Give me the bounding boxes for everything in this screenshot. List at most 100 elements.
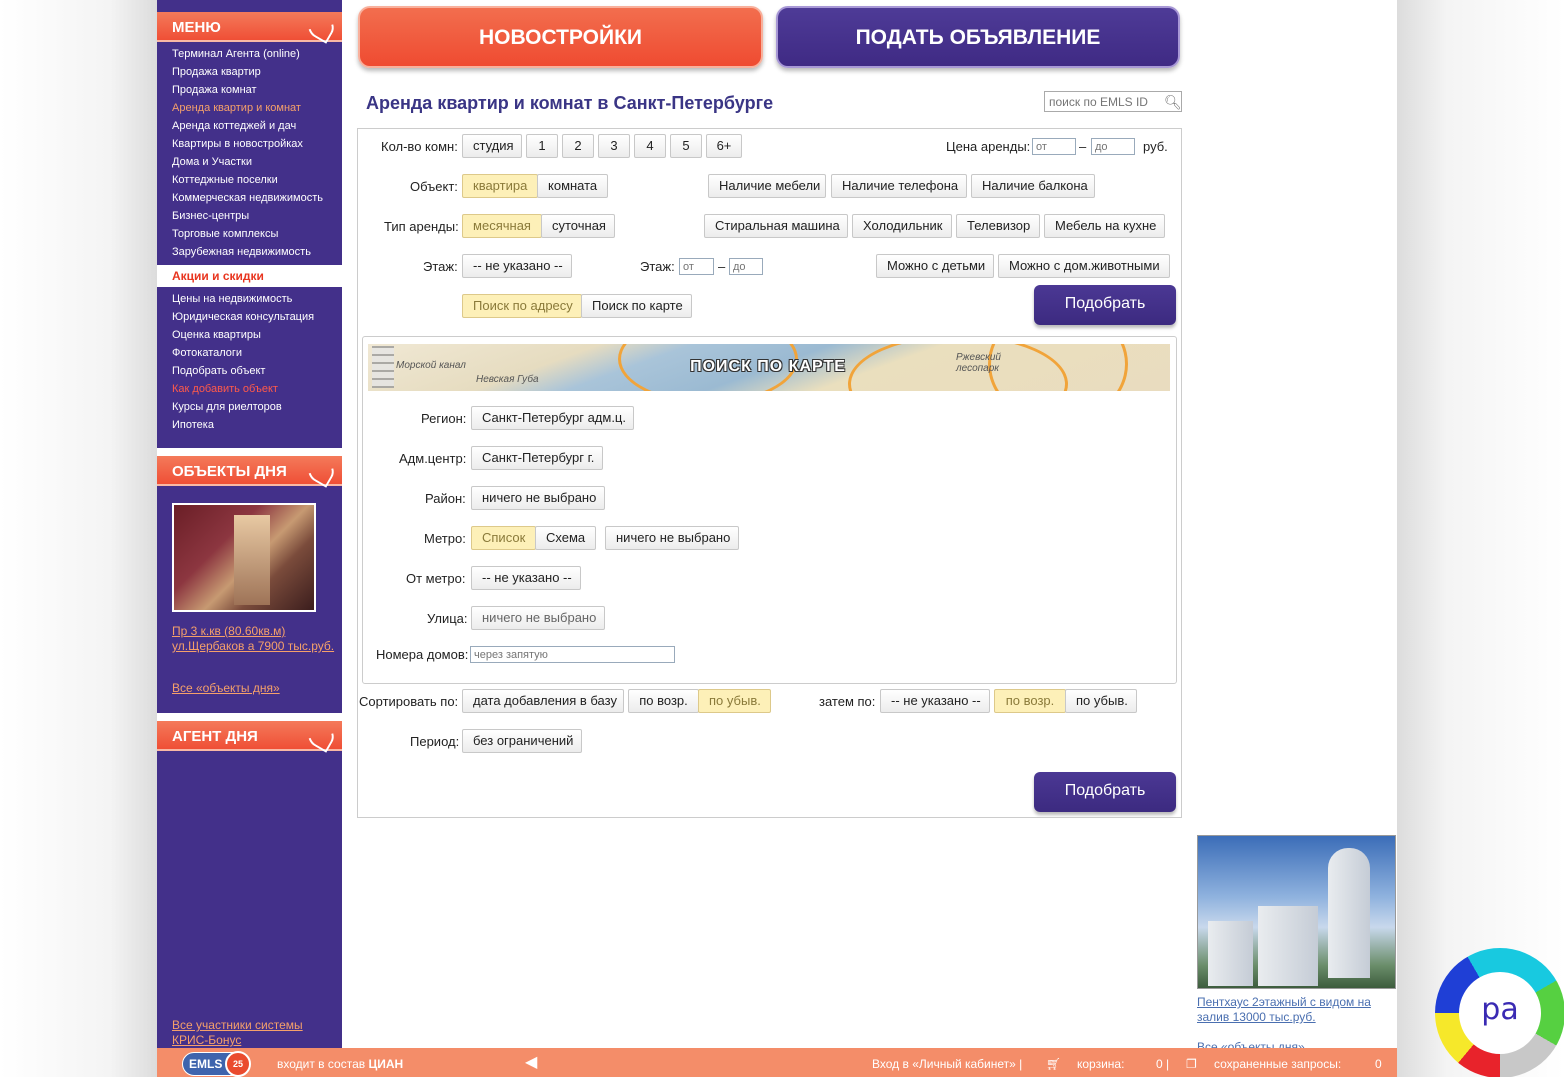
object-option[interactable]: комната [537, 174, 608, 198]
rooms-option[interactable]: 6+ [706, 134, 742, 158]
emls-id-search-input[interactable] [1044, 91, 1182, 112]
saved-queries-icon[interactable]: ❐ [1186, 1057, 1197, 1071]
emls-logo-text: EMLS [189, 1057, 223, 1071]
menu-item[interactable]: Фотокаталоги [172, 344, 342, 362]
menu-item[interactable]: Ипотека [172, 416, 342, 434]
collapse-arrow-icon[interactable]: ◀ [525, 1052, 537, 1072]
color-wheel-widget[interactable]: pa [1435, 948, 1564, 1077]
menu-item[interactable]: Курсы для риелторов [172, 398, 342, 416]
admcenter-select[interactable]: Санкт-Петербург г. [471, 446, 603, 470]
menu-item[interactable]: Аренда коттеджей и дач [172, 117, 342, 135]
then-desc[interactable]: по убыв. [1065, 689, 1137, 713]
promo-link[interactable]: Акции и скидки [172, 269, 264, 283]
menu-item[interactable]: Продажа квартир [172, 63, 342, 81]
amenity-toggle[interactable]: Мебель на кухне [1044, 214, 1165, 238]
houses-input[interactable] [470, 646, 675, 663]
menu-item[interactable]: Продажа комнат [172, 81, 342, 99]
allow-children-toggle[interactable]: Можно с детьми [876, 254, 994, 278]
post-ad-button[interactable]: ПОДАТЬ ОБЪЯВЛЕНИЕ [776, 6, 1180, 68]
street-select[interactable]: ничего не выбрано [471, 606, 605, 630]
rooms-option[interactable]: 2 [562, 134, 594, 158]
admcenter-label: Адм.центр: [399, 451, 467, 466]
sort-desc-selected[interactable]: по убыв. [698, 689, 771, 713]
price-to-input[interactable] [1091, 138, 1135, 155]
then-asc-selected[interactable]: по возр. [994, 689, 1066, 713]
menu-item-active[interactable]: Аренда квартир и комнат [172, 99, 342, 117]
menu-item[interactable]: Дома и Участки [172, 153, 342, 171]
metro-scheme-tab[interactable]: Схема [535, 526, 596, 550]
rooms-option[interactable]: 4 [634, 134, 666, 158]
part-of-text: входит в состав [277, 1057, 366, 1071]
sort-select[interactable]: дата добавления в базу [462, 689, 624, 713]
period-select[interactable]: без ограничений [462, 729, 582, 753]
metro-list-tab[interactable]: Список [471, 526, 536, 550]
object-photo[interactable] [172, 503, 316, 612]
menu-item[interactable]: Подобрать объект [172, 362, 342, 380]
menu-item[interactable]: Оценка квартиры [172, 326, 342, 344]
menu-item[interactable]: Коттеджные поселки [172, 171, 342, 189]
search-by-map-tab[interactable]: Поиск по карте [581, 294, 692, 318]
then-select[interactable]: -- не указано -- [880, 689, 990, 713]
emls-badge: 25 [225, 1051, 251, 1077]
rooms-option[interactable]: студия [462, 134, 522, 158]
menu-item[interactable]: Цены на недвижимость [172, 290, 342, 308]
cart-icon[interactable]: 🛒︎ [1046, 1057, 1061, 1071]
amenity-toggle[interactable]: Стиральная машина [704, 214, 848, 238]
amenity-toggle[interactable]: Телевизор [956, 214, 1040, 238]
metro-select[interactable]: ничего не выбрано [605, 526, 739, 550]
secondary-menu: Цены на недвижимость Юридическая консуль… [172, 290, 342, 434]
objects-header: ОБЪЕКТЫ ДНЯ [157, 454, 342, 488]
login-link[interactable]: Вход в «Личный кабинет» | [872, 1057, 1022, 1071]
menu-item[interactable]: Терминал Агента (online) [172, 45, 342, 63]
allow-pets-toggle[interactable]: Можно с дом.животными [998, 254, 1170, 278]
map-search-banner[interactable]: Морской канал Невская Губа Ржевский лесо… [368, 344, 1170, 391]
saved-queries-label[interactable]: сохраненные запросы: [1214, 1057, 1341, 1071]
submit-button-bottom[interactable]: Подобрать [1034, 772, 1176, 812]
floor-select[interactable]: -- не указано -- [462, 254, 572, 278]
cart-label[interactable]: корзина: [1077, 1057, 1124, 1071]
object-link[interactable]: Пр 3 к.кв (80.60кв.м) ул.Щербаков а 7900… [172, 624, 337, 654]
sort-asc[interactable]: по возр. [628, 689, 699, 713]
menu-item[interactable]: Коммерческая недвижимость [172, 189, 342, 207]
ad-photo[interactable] [1197, 835, 1396, 989]
all-members-link[interactable]: Все участники системы КРИС-Бонус [172, 1018, 332, 1048]
rent-type-option[interactable]: суточная [541, 214, 615, 238]
new-buildings-button[interactable]: НОВОСТРОЙКИ [358, 6, 763, 68]
ad-photo-building [1208, 921, 1253, 986]
promo-bar[interactable]: Акции и скидки [157, 265, 342, 287]
menu-item[interactable]: Юридическая консультация [172, 308, 342, 326]
search-icon[interactable]: 🔍︎ [1164, 94, 1182, 111]
district-select[interactable]: ничего не выбрано [471, 486, 605, 510]
floor-from-input[interactable] [679, 258, 714, 275]
rooms-option[interactable]: 1 [526, 134, 558, 158]
saved-queries-count: 0 [1375, 1057, 1382, 1071]
menu-item[interactable]: Зарубежная недвижимость [172, 243, 342, 261]
region-select[interactable]: Санкт-Петербург адм.ц. [471, 406, 634, 430]
cart-count: 0 | [1156, 1057, 1170, 1071]
period-label: Период: [410, 734, 460, 749]
amenity-toggle[interactable]: Холодильник [852, 214, 952, 238]
cian-brand[interactable]: ЦИАН [368, 1057, 403, 1071]
emls-logo[interactable]: EMLS 25 [182, 1051, 251, 1077]
rooms-option[interactable]: 5 [670, 134, 702, 158]
all-objects-link[interactable]: Все «объекты дня» [172, 681, 280, 696]
menu-item[interactable]: Бизнес-центры [172, 207, 342, 225]
ad-link[interactable]: Пентхаус 2этажный с видом на залив 13000… [1197, 995, 1392, 1025]
amenity-toggle[interactable]: Наличие телефона [831, 174, 967, 198]
price-from-input[interactable] [1032, 138, 1076, 155]
submit-button[interactable]: Подобрать [1034, 285, 1176, 325]
feather-icon [303, 10, 339, 44]
object-option-selected[interactable]: квартира [462, 174, 538, 198]
amenity-toggle[interactable]: Наличие мебели [708, 174, 826, 198]
search-by-address-tab[interactable]: Поиск по адресу [462, 294, 582, 318]
menu-item[interactable]: Торговые комплексы [172, 225, 342, 243]
floor-to-input[interactable] [729, 258, 763, 275]
rooms-label: Кол-во комн: [381, 139, 458, 154]
price-unit: руб. [1143, 139, 1168, 154]
menu-item[interactable]: Квартиры в новостройках [172, 135, 342, 153]
menu-item-highlight[interactable]: Как добавить объект [172, 380, 342, 398]
amenity-toggle[interactable]: Наличие балкона [971, 174, 1095, 198]
rent-type-selected[interactable]: месячная [462, 214, 542, 238]
from-metro-select[interactable]: -- не указано -- [471, 566, 581, 590]
rooms-option[interactable]: 3 [598, 134, 630, 158]
